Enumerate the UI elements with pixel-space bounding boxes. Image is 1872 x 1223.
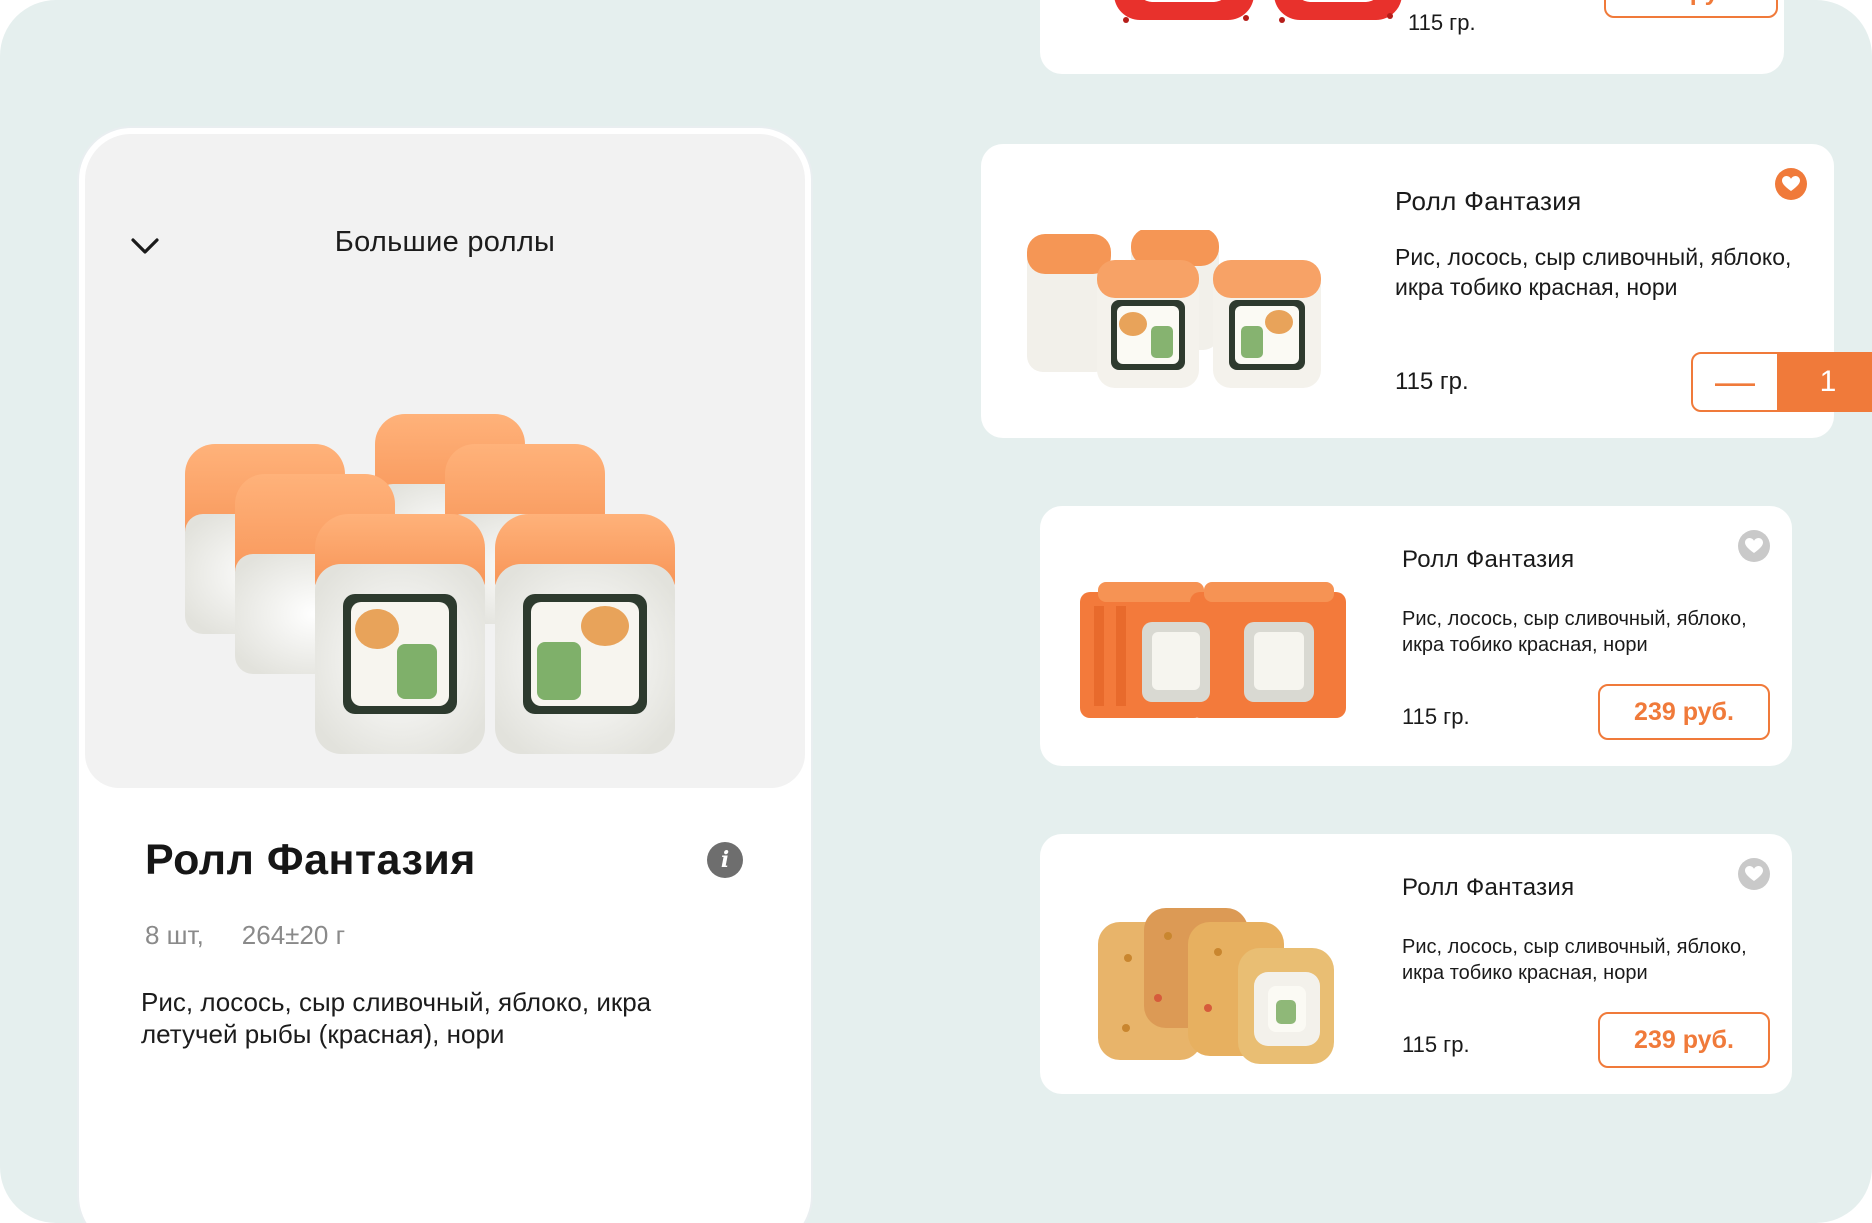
product-weight: 264±20 г xyxy=(241,920,346,950)
product-image xyxy=(185,404,705,764)
price-button[interactable]: 239 руб. xyxy=(1598,684,1770,740)
category-title: Большие роллы xyxy=(334,226,556,258)
price-button[interactable]: 239 руб. xyxy=(1598,1012,1770,1068)
product-image xyxy=(1027,230,1327,394)
favorite-button[interactable] xyxy=(1775,168,1807,200)
favorite-button[interactable] xyxy=(1738,858,1770,890)
product-card-top[interactable]: 115 гр. 239 руб. xyxy=(1040,0,1784,74)
quantity-value: 1 xyxy=(1777,354,1872,410)
screen: Большие роллы Ролл Фантазия i 8 шт, 264±… xyxy=(0,0,1872,1223)
product-name: Ролл Фантазия xyxy=(1402,546,1575,573)
product-title: Ролл Фантазия xyxy=(145,836,476,884)
product-detail-panel: Большие роллы Ролл Фантазия i 8 шт, 264±… xyxy=(79,128,811,1223)
product-name: Ролл Фантазия xyxy=(1395,186,1582,216)
product-card-featured[interactable]: Ролл Фантазия Рис, лосось, сыр сливочный… xyxy=(981,144,1872,438)
product-weight: 115 гр. xyxy=(1408,10,1476,35)
info-icon[interactable]: i xyxy=(707,842,743,878)
decrease-button[interactable]: — xyxy=(1693,354,1777,410)
product-image xyxy=(1078,0,1408,32)
product-weight: 115 гр. xyxy=(1395,368,1469,395)
price-button[interactable]: 239 руб. xyxy=(1604,0,1778,18)
product-name: Ролл Фантазия xyxy=(1402,874,1575,901)
quantity-stepper[interactable]: — 1 + xyxy=(1691,352,1872,412)
product-card[interactable]: Ролл Фантазия Рис, лосось, сыр сливочный… xyxy=(1040,834,1792,1094)
product-description: Рис, лосось, сыр сливочный, яблоко, икра… xyxy=(1402,608,1747,656)
heart-icon xyxy=(1745,538,1763,553)
favorite-button[interactable] xyxy=(1738,530,1770,562)
heart-icon xyxy=(1782,176,1800,191)
product-weight: 115 гр. xyxy=(1402,1032,1470,1057)
product-description: Рис, лосось, сыр сливочный, яблоко, икра… xyxy=(141,987,652,1049)
product-meta: 8 шт, 264±20 г xyxy=(145,920,345,951)
product-card[interactable]: Ролл Фантазия Рис, лосось, сыр сливочный… xyxy=(1040,506,1792,766)
product-description: Рис, лосось, сыр сливочный, яблоко, икра… xyxy=(1402,936,1747,984)
product-image xyxy=(1098,908,1338,1068)
product-image xyxy=(1080,582,1350,722)
pieces-count: 8 шт, xyxy=(145,920,204,950)
product-weight: 115 гр. xyxy=(1402,704,1470,729)
product-description: Рис, лосось, сыр сливочный, яблоко, икра… xyxy=(1395,244,1792,300)
heart-icon xyxy=(1745,866,1763,881)
product-hero: Большие роллы xyxy=(85,134,805,788)
